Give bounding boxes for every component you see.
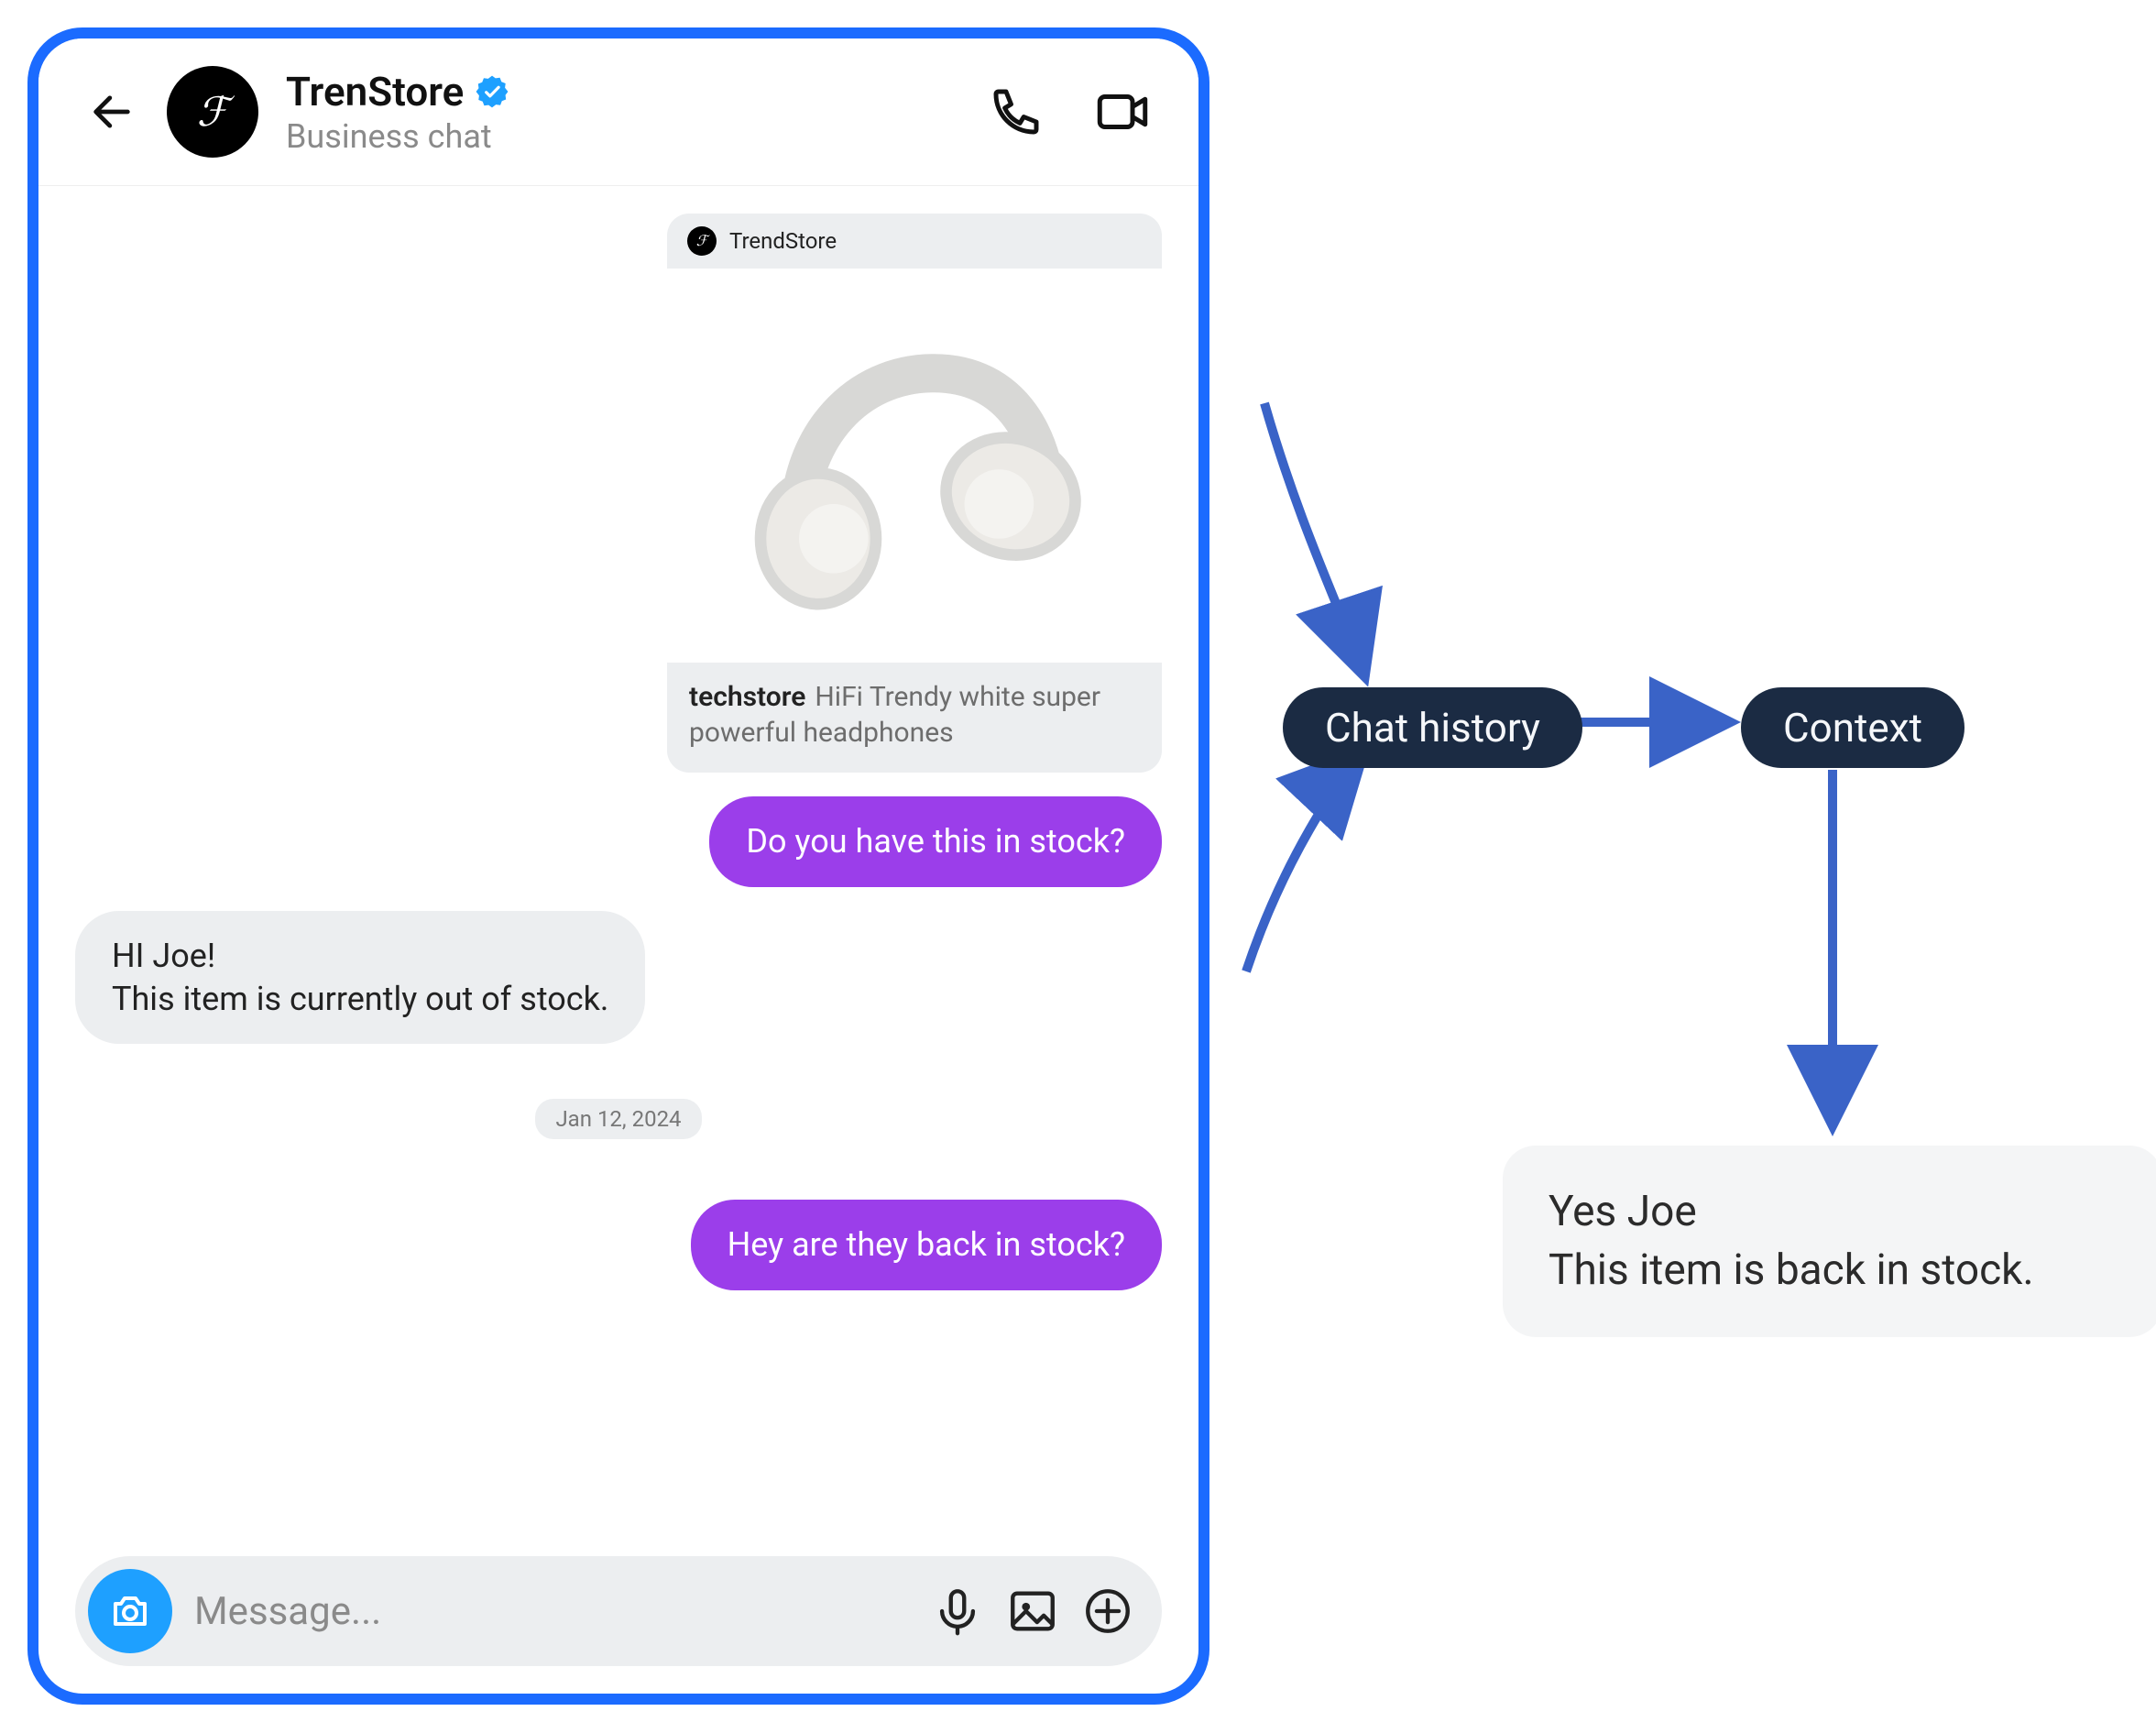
message-outgoing[interactable]: Do you have this in stock? bbox=[709, 796, 1162, 887]
message-line: HI Joe! bbox=[112, 937, 215, 975]
answer-line: Yes Joe bbox=[1549, 1187, 1697, 1236]
chat-title: TrenStore bbox=[286, 68, 464, 115]
shared-post-card[interactable]: ℱ TrendStore techstoreHiFi Trendy white … bbox=[667, 214, 1162, 773]
video-call-icon[interactable] bbox=[1092, 82, 1153, 142]
flow-diagram: Chat history Context Yes Joe This item i… bbox=[1228, 348, 2126, 1356]
arrow-left-icon bbox=[88, 88, 136, 136]
plus-circle-icon[interactable] bbox=[1081, 1585, 1134, 1638]
back-button[interactable] bbox=[84, 84, 139, 139]
diagram-answer-bubble: Yes Joe This item is back in stock. bbox=[1503, 1146, 2156, 1337]
shared-post-image bbox=[667, 269, 1162, 663]
shared-post-author: TrendStore bbox=[729, 228, 837, 254]
message-incoming[interactable]: HI Joe! This item is currently out of st… bbox=[75, 911, 645, 1045]
message-line: This item is currently out of stock. bbox=[112, 980, 608, 1018]
diagram-node-chat-history: Chat history bbox=[1283, 687, 1582, 768]
phone-call-icon[interactable] bbox=[986, 82, 1046, 142]
microphone-icon[interactable] bbox=[931, 1585, 984, 1638]
answer-line: This item is back in stock. bbox=[1549, 1245, 2034, 1295]
diagram-node-context: Context bbox=[1741, 687, 1964, 768]
date-separator: Jan 12, 2024 bbox=[535, 1099, 701, 1139]
header-text: TrenStore Business chat bbox=[286, 68, 958, 156]
image-icon[interactable] bbox=[1006, 1585, 1059, 1638]
chat-body: ℱ TrendStore techstoreHiFi Trendy white … bbox=[38, 186, 1198, 1530]
chat-header: ℱ TrenStore Business chat bbox=[38, 38, 1198, 186]
shared-post-account: techstore bbox=[689, 681, 805, 713]
message-outgoing[interactable]: Hey are they back in stock? bbox=[691, 1200, 1162, 1290]
headphones-icon bbox=[722, 310, 1107, 621]
phone-frame: ℱ TrenStore Business chat ℱ TrendStore bbox=[27, 27, 1209, 1705]
message-input[interactable]: Message... bbox=[194, 1589, 909, 1634]
camera-icon bbox=[108, 1589, 152, 1633]
shared-post-caption: techstoreHiFi Trendy white super powerfu… bbox=[667, 663, 1162, 773]
verified-badge-icon bbox=[475, 74, 509, 109]
store-avatar[interactable]: ℱ bbox=[167, 66, 258, 158]
shared-post-header: ℱ TrendStore bbox=[667, 214, 1162, 269]
message-composer: Message... bbox=[75, 1556, 1162, 1666]
camera-button[interactable] bbox=[88, 1569, 172, 1653]
shared-post-avatar: ℱ bbox=[687, 226, 717, 256]
chat-subtitle: Business chat bbox=[286, 117, 958, 156]
